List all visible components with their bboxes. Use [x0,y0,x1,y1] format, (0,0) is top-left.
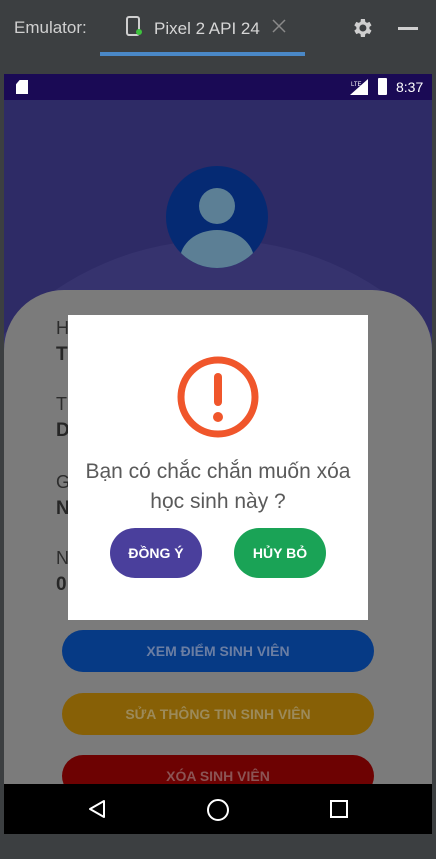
field-value: 0 [56,574,67,595]
tab-indicator [100,52,305,56]
confirm-delete-dialog: Bạn có chắc chắn muốn xóa học sinh này ?… [68,315,368,620]
emulator-title: Emulator: [14,18,87,37]
status-bar: LTE 8:37 [4,74,432,100]
avatar [166,166,268,268]
back-icon[interactable] [88,799,106,819]
edit-student-button[interactable]: SỬA THÔNG TIN SINH VIÊN [62,693,374,735]
minimize-icon[interactable] [398,27,418,30]
confirm-button[interactable]: ĐỒNG Ý [110,528,202,578]
app-background: H T T D G N N 0 XEM ĐIỂM SINH VIÊN SỬA T… [4,100,432,834]
cancel-button[interactable]: HỦY BỎ [234,528,326,578]
device-screen: LTE 8:37 H T T D G N N 0 XEM ĐIỂM SINH V… [4,74,432,834]
close-icon[interactable] [272,19,286,33]
window-border [0,834,436,859]
window-border [0,56,4,859]
signal-icon: LTE [350,79,368,95]
sd-card-icon [16,80,28,94]
avatar-head [199,188,235,224]
device-icon [126,16,142,36]
svg-text:LTE: LTE [351,82,362,88]
tab-label: Pixel 2 API 24 [154,19,260,38]
gear-icon[interactable] [350,16,374,40]
tab-device[interactable]: Pixel 2 API 24 [100,8,305,56]
avatar-body [180,230,254,268]
field-label: T [56,394,67,414]
view-scores-button[interactable]: XEM ĐIỂM SINH VIÊN [62,630,374,672]
alert-circle-icon [177,356,259,438]
status-time: 8:37 [396,79,424,95]
battery-icon [378,78,387,95]
dialog-message: Bạn có chắc chắn muốn xóa học sinh này ? [85,460,351,513]
navigation-bar [4,784,432,834]
recent-apps-icon[interactable] [330,800,348,818]
emulator-toolbar: Emulator: Pixel 2 API 24 [0,0,436,56]
field-value: T [56,344,68,365]
home-icon[interactable] [207,799,229,821]
